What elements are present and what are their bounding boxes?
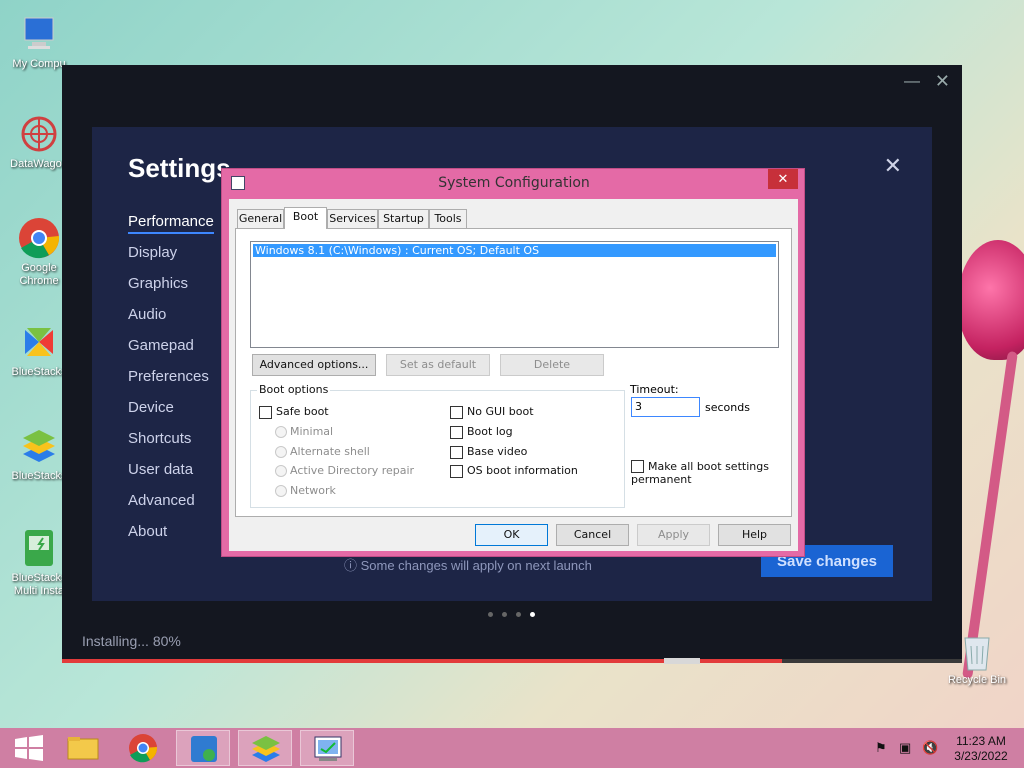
delete-button[interactable]: Delete — [500, 354, 604, 376]
settings-nav-item[interactable]: Gamepad — [128, 337, 194, 354]
action-center-flag-icon[interactable]: ⚑ — [875, 740, 887, 756]
dialog-body: General Boot Services Startup Tools Wind… — [229, 199, 798, 551]
install-status: Installing... 80% — [82, 633, 181, 649]
datawagon-icon — [21, 116, 57, 152]
bluestacks-stack-icon — [23, 430, 55, 462]
multi-instance-icon — [25, 530, 53, 566]
dialog-title: System Configuration — [438, 175, 590, 191]
radio[interactable] — [275, 446, 287, 458]
ad-repair-radio[interactable]: Active Directory repair — [275, 464, 414, 477]
make-permanent-option[interactable]: Make all boot settings permanent — [631, 460, 781, 486]
safe-boot-option[interactable]: Safe boot — [259, 405, 329, 419]
computer-icon — [24, 17, 54, 49]
boot-log-option[interactable]: Boot log — [450, 425, 513, 439]
os-boot-info-option[interactable]: OS boot information — [450, 464, 578, 478]
settings-nav-item[interactable]: User data — [128, 461, 193, 478]
boot-options-label: Boot options — [257, 383, 331, 396]
page-dots — [488, 604, 544, 622]
volume-muted-icon[interactable]: 🔇 — [922, 740, 938, 756]
folder-icon — [67, 737, 99, 760]
checkbox[interactable] — [450, 464, 463, 478]
recycle-bin-label: Recycle Bin — [947, 674, 1007, 686]
close-icon[interactable]: ✕ — [935, 71, 950, 92]
checkbox[interactable] — [450, 425, 463, 439]
tab-services[interactable]: Services — [327, 209, 378, 228]
dialog-close-button[interactable]: ✕ — [768, 169, 798, 189]
timeout-label: Timeout: — [630, 383, 679, 396]
settings-nav-item[interactable]: Audio — [128, 306, 166, 323]
system-configuration-dialog: System Configuration ✕ General Boot Serv… — [221, 168, 805, 557]
chrome-icon — [19, 218, 60, 259]
iobit-installer-icon — [191, 736, 217, 762]
settings-nav-item[interactable]: Display — [128, 244, 177, 261]
os-list-item[interactable]: Windows 8.1 (C:\Windows) : Current OS; D… — [253, 244, 776, 257]
windows-logo-icon — [15, 735, 43, 761]
bluestacks-x-icon — [25, 328, 53, 356]
tab-general[interactable]: General — [237, 209, 284, 228]
network-radio[interactable]: Network — [275, 484, 336, 497]
settings-title: Settings — [128, 153, 231, 183]
restart-note: ⓘ Some changes will apply on next launch — [344, 558, 592, 573]
radio[interactable] — [275, 485, 287, 497]
wallpaper-flower — [958, 240, 1024, 360]
radio[interactable] — [275, 465, 287, 477]
alternate-shell-radio[interactable]: Alternate shell — [275, 445, 370, 458]
advanced-options-button[interactable]: Advanced options... — [252, 354, 376, 376]
desktop-icon-my-computer[interactable]: My Compu — [2, 12, 76, 71]
ok-button[interactable]: OK — [475, 524, 548, 546]
boot-options-group: Boot options Safe boot Minimal Alternate… — [250, 383, 625, 508]
checkbox[interactable] — [450, 405, 463, 419]
apply-button[interactable]: Apply — [637, 524, 710, 546]
start-button[interactable] — [2, 730, 56, 766]
checkbox[interactable] — [450, 445, 463, 459]
taskbar-system-configuration[interactable] — [300, 730, 354, 766]
minimize-icon[interactable]: — — [904, 73, 920, 91]
chrome-icon — [129, 734, 158, 763]
install-progress-bar — [62, 658, 962, 664]
settings-nav-item[interactable]: Preferences — [128, 368, 209, 385]
settings-nav-item[interactable]: Device — [128, 399, 174, 416]
taskbar-file-explorer[interactable] — [56, 730, 110, 766]
help-button[interactable]: Help — [718, 524, 791, 546]
settings-nav-item[interactable]: Performance — [128, 213, 214, 234]
progress-thumb — [664, 658, 700, 664]
cancel-button[interactable]: Cancel — [556, 524, 629, 546]
network-icon[interactable]: ▣ — [899, 740, 911, 756]
page-dot[interactable] — [516, 612, 521, 617]
set-as-default-button[interactable]: Set as default — [386, 354, 490, 376]
msconfig-icon — [314, 736, 342, 761]
radio[interactable] — [275, 426, 287, 438]
timeout-input[interactable]: 3 — [631, 397, 700, 417]
settings-nav-item[interactable]: Shortcuts — [128, 430, 191, 447]
minimal-radio[interactable]: Minimal — [275, 425, 333, 438]
checkbox[interactable] — [259, 405, 272, 419]
settings-nav-item[interactable]: About — [128, 523, 167, 540]
bluestacks-stack-icon — [252, 736, 280, 762]
seconds-label: seconds — [705, 401, 750, 414]
recycle-bin-icon — [964, 637, 990, 671]
page-dot[interactable] — [530, 612, 535, 617]
no-gui-boot-option[interactable]: No GUI boot — [450, 405, 534, 419]
clock-date: 3/23/2022 — [954, 749, 1008, 763]
page-dot[interactable] — [488, 612, 493, 617]
page-dot[interactable] — [502, 612, 507, 617]
tab-startup[interactable]: Startup — [378, 209, 429, 228]
os-list[interactable]: Windows 8.1 (C:\Windows) : Current OS; D… — [250, 241, 779, 348]
checkbox[interactable] — [631, 460, 644, 473]
base-video-option[interactable]: Base video — [450, 445, 527, 459]
settings-nav-item[interactable]: Graphics — [128, 275, 188, 292]
tab-boot[interactable]: Boot — [284, 207, 327, 229]
wallpaper-stem — [962, 350, 1018, 680]
taskbar: ⚑ ▣ 🔇 11:23 AM 3/23/2022 — [0, 728, 1024, 768]
settings-nav-item[interactable]: Advanced — [128, 492, 195, 509]
taskbar-clock[interactable]: 11:23 AM 3/23/2022 — [950, 734, 1012, 764]
settings-close-icon[interactable]: ✕ — [884, 153, 902, 179]
taskbar-chrome[interactable] — [116, 730, 170, 766]
taskbar-iobit[interactable] — [176, 730, 230, 766]
clock-time: 11:23 AM — [956, 734, 1006, 748]
boot-tab-pane: Windows 8.1 (C:\Windows) : Current OS; D… — [235, 228, 792, 517]
tab-tools[interactable]: Tools — [429, 209, 467, 228]
taskbar-bluestacks[interactable] — [238, 730, 292, 766]
